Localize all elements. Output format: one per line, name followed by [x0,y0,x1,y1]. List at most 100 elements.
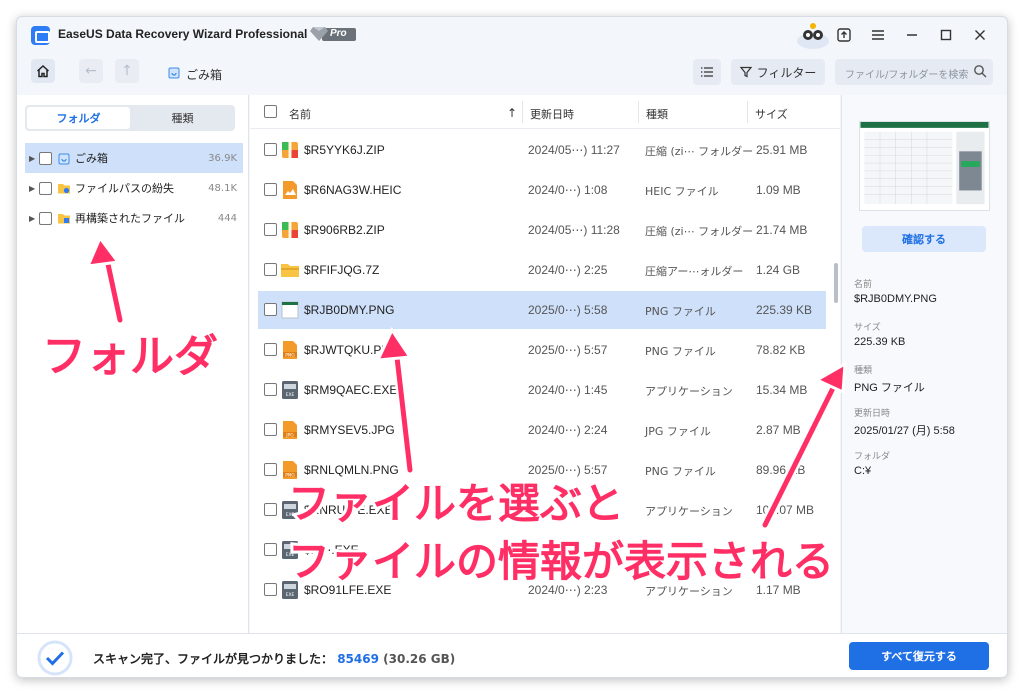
checkbox[interactable] [264,303,277,316]
sidebar-item-label: ごみ箱 [75,152,108,165]
file-name: $R5YYK6J.ZIP [304,143,385,157]
rebuilt-folder-icon [58,214,70,224]
file-type: アプリケーション [645,385,733,398]
column-date[interactable]: 更新日時 [530,106,574,122]
file-name: $RJWTQKU.PNG [304,343,400,357]
app-logo-icon [31,26,50,45]
column-type[interactable]: 種類 [646,106,668,122]
file-type: アプリケーション [645,505,733,518]
sidebar-item-rebuilt[interactable]: ▶ 再構築されたファイル 444 [25,203,243,233]
upload-icon[interactable] [829,23,859,47]
file-date: 2024/0⋯) 2:24 [528,423,608,437]
detail-value: $RJB0DMY.PNG [854,293,937,305]
checkbox[interactable] [264,543,277,556]
image-icon [280,180,300,200]
home-button[interactable] [31,59,55,83]
file-size: 2.87 MB [756,423,801,437]
title-bar: EaseUS Data Recovery Wizard Professional… [17,17,1007,53]
breadcrumb[interactable]: ごみ箱 [186,66,222,83]
checkbox[interactable] [264,223,277,236]
file-date: 2024/0⋯) 2:25 [528,263,608,277]
table-row[interactable]: $RFIFJQG.7Z 2024/0⋯) 2:25 圧縮アー⋯ォルダー 1.24 GB [258,251,826,289]
table-row[interactable]: JPG $RMYSEV5.JPG 2024/0⋯) 2:24 JPG ファイル 2.87… [258,411,826,449]
recover-all-button[interactable]: すべて復元する [849,642,989,670]
checkbox[interactable] [264,183,277,196]
detail-label: 名前 [854,280,873,290]
found-count: 85469 [337,652,379,666]
minimize-icon[interactable] [897,23,927,47]
table-row[interactable]: EXE $RM9QAEC.EXE 2024/0⋯) 1:45 アプリケーション 15.3… [258,371,826,409]
file-size: 1.24 GB [756,263,801,277]
checkbox[interactable] [264,503,277,516]
detail-label: サイズ [854,323,881,333]
detail-label: 種類 [854,366,873,376]
item-count: 444 [217,212,237,224]
assistant-icon[interactable] [795,21,831,49]
detail-label: 更新日時 [854,409,891,419]
sidebar-view-toggle: フォルダ 種類 [25,105,235,131]
file-name: $RJB0DMY.PNG [304,303,395,317]
status-bar: スキャン完了、ファイルが見つかりました： 85469 (30.26 GB) すべ… [17,633,1007,677]
checkbox[interactable] [264,423,277,436]
sort-arrow-icon[interactable]: ↑ [507,106,517,120]
search-input[interactable]: ファイル/フォルダーを検索 [835,59,993,85]
column-name[interactable]: 名前 [289,106,311,122]
file-type: PNG ファイル [645,345,716,358]
column-size[interactable]: サイズ [755,106,788,122]
sidebar-item-recycle-bin[interactable]: ▶ ごみ箱 36.9K [25,143,243,173]
exe-icon: EXE [280,380,300,400]
file-type: PNG ファイル [645,305,716,318]
table-row[interactable]: $R906RB2.ZIP 2024/05⋯) 11:28 圧縮 (zi⋯ フォルダー… [258,211,826,249]
file-name: $RFIFJQG.7Z [304,263,380,277]
diamond-icon [310,27,328,41]
checkbox[interactable] [39,211,52,225]
maximize-icon[interactable] [931,23,961,47]
confirm-button[interactable]: 確認する [862,226,986,252]
file-date: 2025/0⋯) 5:58 [528,303,608,317]
checkbox[interactable] [264,143,277,156]
detail-value: C:¥ [854,465,872,477]
back-button[interactable]: ← [79,59,103,83]
file-type: HEIC ファイル [645,185,719,198]
file-type: PNG ファイル [645,465,716,478]
menu-icon[interactable] [863,23,893,47]
tab-folder[interactable]: フォルダ [27,107,130,129]
checkbox[interactable] [264,383,277,396]
table-row[interactable]: $R5YYK6J.ZIP 2024/05⋯) 11:27 圧縮 (zi⋯ フォルダー… [258,131,826,169]
png-icon: PNG [280,340,300,360]
file-size: 21.74 MB [756,223,808,237]
annotation-line2: ファイルの情報が表示される [285,534,837,589]
up-button[interactable]: ↑ [115,59,139,83]
table-row[interactable]: $RJB0DMY.PNG 2025/0⋯) 5:58 PNG ファイル 225.39 … [258,291,826,329]
expand-caret-icon[interactable]: ▶ [29,154,37,163]
sidebar-item-label: 再構築されたファイル [75,212,185,225]
pro-badge: Pro [310,25,358,43]
filter-button[interactable]: フィルター [731,59,825,85]
list-view-icon [701,67,713,77]
table-row[interactable]: $R6NAG3W.HEIC 2024/0⋯) 1:08 HEIC ファイル 1.09 … [258,171,826,209]
select-all-checkbox[interactable] [264,105,277,118]
file-size: 15.34 MB [756,383,808,397]
file-size: 78.82 KB [756,343,806,357]
checkbox[interactable] [264,263,277,276]
expand-caret-icon[interactable]: ▶ [29,184,37,193]
table-row[interactable]: PNG $RJWTQKU.PNG 2025/0⋯) 5:57 PNG ファイル 78.8… [258,331,826,369]
scan-status: スキャン完了、ファイルが見つかりました： 85469 (30.26 GB) [93,652,456,666]
search-icon[interactable] [973,64,987,78]
list-view-button[interactable] [693,59,721,85]
sidebar-item-lost-path[interactable]: ▶ ファイルパスの紛失 48.1K [25,173,243,203]
checkbox[interactable] [264,583,277,596]
file-name: $RMYSEV5.JPG [304,423,395,437]
checkbox[interactable] [39,181,52,195]
checkbox[interactable] [39,151,52,165]
expand-caret-icon[interactable]: ▶ [29,214,37,223]
recycle-bin-icon [168,67,180,79]
close-icon[interactable] [965,23,995,47]
checkbox[interactable] [264,463,277,476]
checkbox[interactable] [264,343,277,356]
tab-type[interactable]: 種類 [131,107,234,129]
file-name: $R906RB2.ZIP [304,223,385,237]
file-size: 225.39 KB [756,303,813,317]
scrollbar[interactable] [834,263,838,303]
file-date: 2025/0⋯) 5:57 [528,343,608,357]
